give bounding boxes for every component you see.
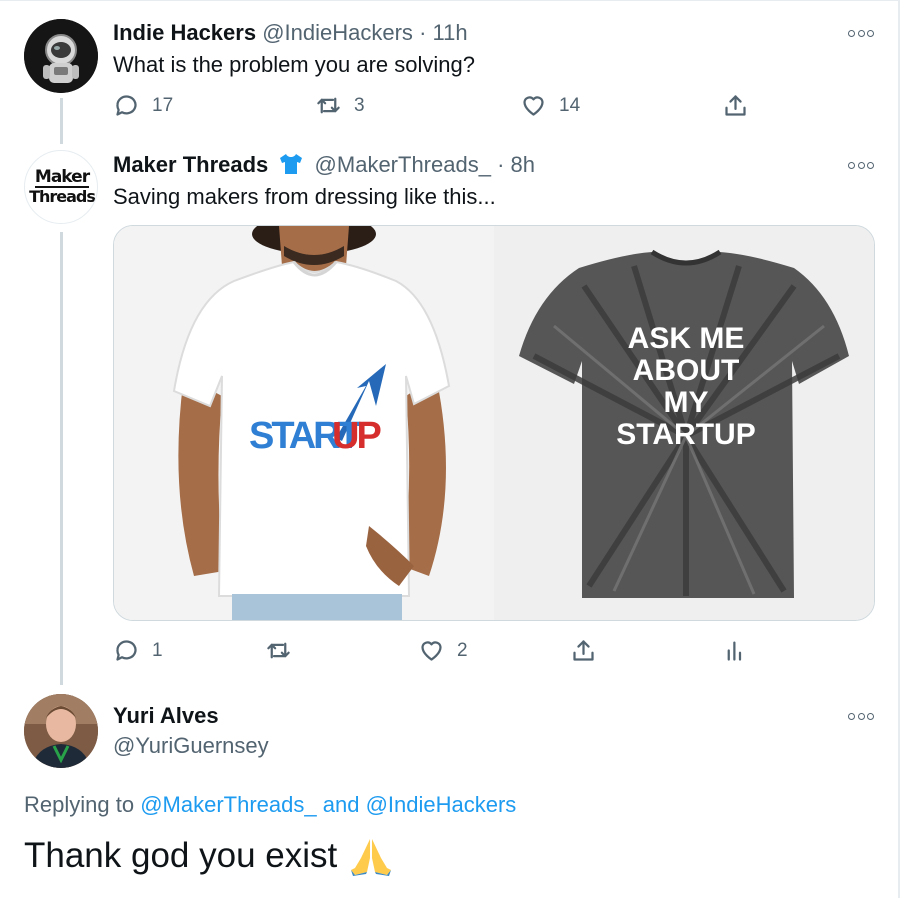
- tweet2-time[interactable]: 8h: [511, 152, 535, 177]
- tweet2-reply-count: 1: [152, 639, 163, 661]
- replying-to-line: Replying to @MakerThreads_ and @IndieHac…: [24, 792, 516, 818]
- tweet2-analytics-button[interactable]: [722, 637, 749, 664]
- tweet1-time[interactable]: 11h: [433, 20, 468, 45]
- tiedye-tshirt-image: ASK ME ABOUT MY STARTUP: [494, 226, 874, 620]
- tweet1-text: What is the problem you are solving?: [113, 52, 475, 77]
- tweet2-handle[interactable]: @MakerThreads_: [315, 152, 491, 177]
- tweet2-separator: ·: [497, 152, 505, 177]
- tshirt-icon: [280, 154, 303, 174]
- tweet1-handle[interactable]: @IndieHackers: [262, 20, 413, 45]
- tiedye-text-line2: ABOUT: [633, 354, 740, 387]
- tweet2-author-name[interactable]: Maker Threads: [113, 152, 268, 177]
- tiedye-text-line1: ASK ME: [628, 322, 745, 355]
- replying-user2-link[interactable]: @IndieHackers: [366, 792, 517, 817]
- thread-line: [60, 98, 63, 144]
- makerthreads-logo: Maker Threads: [25, 167, 97, 206]
- replying-prefix: Replying to: [24, 792, 135, 817]
- tweet2-like-count: 2: [457, 639, 468, 661]
- media-photo-white-shirt[interactable]: START UP: [114, 226, 494, 620]
- heart-icon: [523, 96, 544, 116]
- folded-hands-emoji-icon: [351, 839, 392, 876]
- replying-and: and: [322, 792, 360, 817]
- tweet1-header: Indie Hackers @IndieHackers · 11h: [113, 19, 468, 47]
- share-icon: [725, 95, 746, 116]
- tweet2-reply-button[interactable]: 1: [113, 637, 163, 664]
- retweet-icon: [267, 642, 290, 659]
- reply-handle[interactable]: @YuriGuernsey: [113, 733, 269, 759]
- reply-text: Thank god you exist: [24, 836, 338, 875]
- person-avatar-icon: [24, 694, 98, 768]
- tweet2-retweet-button[interactable]: [265, 637, 304, 664]
- tweet1-retweet-button[interactable]: 3: [315, 92, 365, 119]
- heart-icon: [421, 641, 442, 661]
- reply-author-name[interactable]: Yuri Alves: [113, 703, 219, 729]
- tweet1-author-name[interactable]: Indie Hackers: [113, 20, 256, 45]
- white-tshirt-model-image: START UP: [114, 226, 494, 620]
- makerthreads-avatar[interactable]: Maker Threads: [24, 150, 98, 224]
- top-border: [0, 0, 900, 1]
- tweet1-reply-button[interactable]: 17: [113, 92, 173, 119]
- tweet1-like-count: 14: [559, 94, 581, 116]
- startup-text-up: UP: [332, 415, 381, 457]
- astronaut-avatar-icon: [24, 19, 98, 93]
- reply-text-line: Thank god you exist: [24, 836, 393, 876]
- share-icon: [573, 640, 594, 661]
- tweet2-text: Saving makers from dressing like this...: [113, 184, 496, 209]
- yuri-avatar[interactable]: [24, 694, 98, 768]
- tiedye-text-line4: STARTUP: [616, 418, 755, 451]
- media-photo-tiedye-shirt[interactable]: ASK ME ABOUT MY STARTUP: [494, 226, 874, 620]
- retweet-icon: [317, 97, 340, 114]
- tweet1-more-button[interactable]: [848, 28, 874, 38]
- logo-line1: Maker: [34, 167, 90, 188]
- reply-more-button[interactable]: [848, 711, 874, 721]
- tweet1-reply-count: 17: [152, 94, 174, 116]
- tweet2-media[interactable]: START UP ASK ME ABOUT MY STARTUP: [113, 225, 875, 621]
- logo-line2: Threads: [29, 187, 96, 206]
- tweet1-share-button[interactable]: [722, 92, 749, 119]
- tweet1-like-button[interactable]: 14: [520, 92, 580, 119]
- tweet1-separator: ·: [419, 20, 427, 45]
- tweet1-retweet-count: 3: [354, 94, 365, 116]
- tweet2-header: Maker Threads @MakerThreads_ · 8h: [113, 151, 535, 179]
- analytics-icon: [727, 641, 742, 661]
- tweet2-like-button[interactable]: 2: [418, 637, 468, 664]
- tweet2-more-button[interactable]: [848, 160, 874, 170]
- reply-icon: [116, 640, 137, 661]
- indiehackers-avatar[interactable]: [24, 19, 98, 93]
- tweet2-share-button[interactable]: [570, 637, 597, 664]
- reply-icon: [116, 95, 137, 116]
- tiedye-text-line3: MY: [664, 386, 709, 419]
- replying-user1-link[interactable]: @MakerThreads_: [140, 792, 316, 817]
- thread-line: [60, 232, 63, 685]
